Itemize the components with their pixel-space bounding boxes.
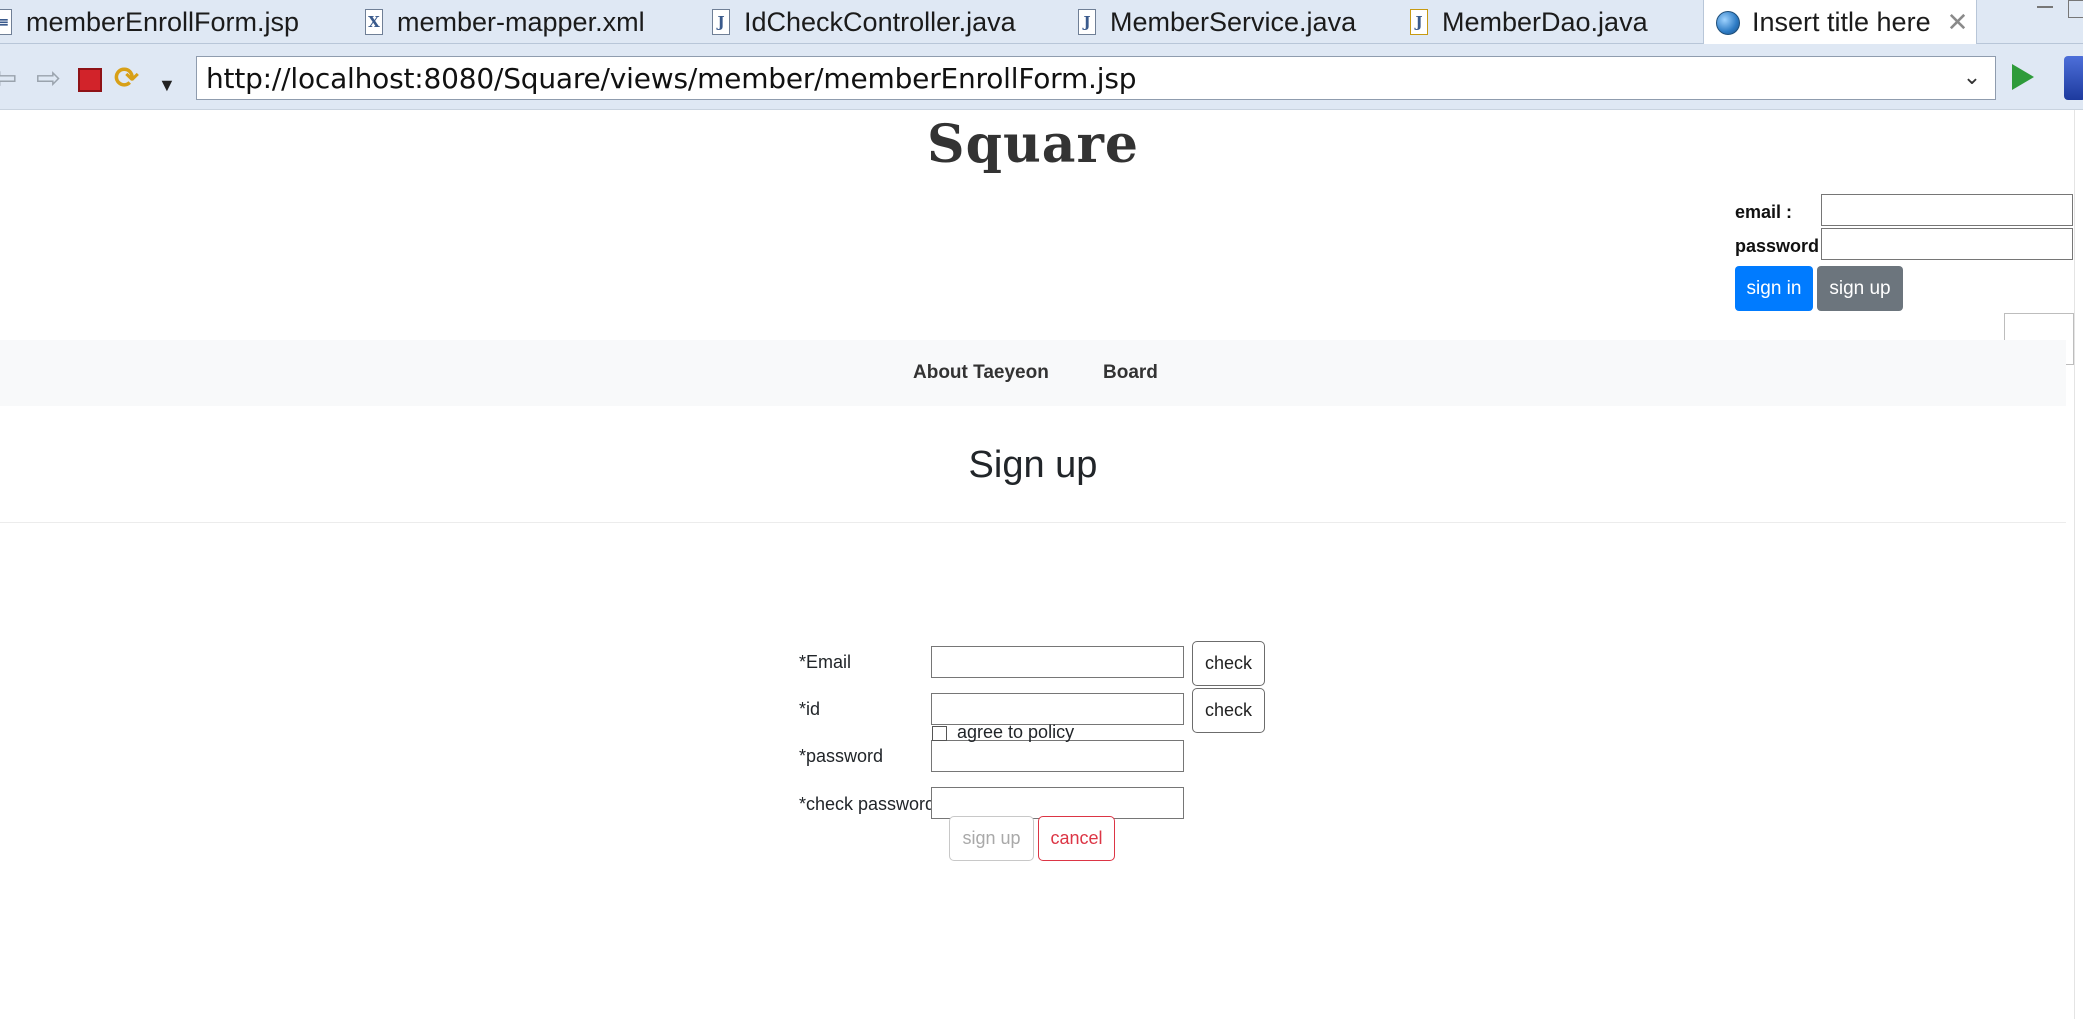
page-title: Sign up (968, 444, 1098, 486)
back-arrow-icon[interactable]: ⇦ (0, 64, 17, 94)
jsp-file-icon: ≡ (0, 9, 12, 35)
minimize-icon[interactable] (2037, 6, 2053, 8)
password-field[interactable] (931, 740, 1184, 772)
tab-label: Insert title here (1752, 7, 1931, 37)
id-field[interactable] (931, 693, 1184, 725)
login-password-input[interactable] (1821, 228, 2073, 260)
divider (0, 522, 2066, 523)
tab-member-enroll-form[interactable]: ≡ memberEnrollForm.jsp (0, 0, 299, 44)
go-play-icon[interactable] (2012, 64, 2034, 90)
cancel-button[interactable]: cancel (1038, 816, 1115, 861)
tab-label: member-mapper.xml (397, 6, 645, 37)
tab-id-check-controller[interactable]: J IdCheckController.java (712, 0, 1016, 44)
login-email-label: email : (1735, 202, 1793, 222)
globe-icon (1716, 10, 1740, 35)
tab-insert-title-here[interactable]: Insert title here ✕ (1703, 0, 1977, 45)
check-password-field[interactable] (931, 787, 1184, 819)
id-label: *id (799, 699, 821, 719)
tab-member-mapper[interactable]: X member-mapper.xml (365, 0, 645, 44)
site-logo[interactable]: Square (0, 114, 2066, 175)
close-icon[interactable]: ✕ (1947, 7, 1969, 38)
id-check-button[interactable]: check (1192, 688, 1265, 733)
stop-icon[interactable] (78, 68, 102, 92)
sign-up-submit-button[interactable]: sign up (949, 816, 1034, 861)
login-email-input[interactable] (1821, 194, 2073, 226)
refresh-icon[interactable]: ⟳ (114, 64, 139, 94)
tab-label: MemberService.java (1110, 6, 1357, 37)
main-navbar: About Taeyeon Board (0, 340, 2066, 406)
url-text: http://localhost:8080/Square/views/membe… (206, 61, 1137, 95)
url-input[interactable]: http://localhost:8080/Square/views/membe… (196, 56, 1996, 100)
sign-in-button[interactable]: sign in (1735, 266, 1813, 311)
java-file-icon: J (712, 9, 730, 35)
email-label: *Email (799, 652, 852, 672)
web-page: Square email : password : sign in sign u… (0, 110, 2083, 1019)
nav-item-about[interactable]: About Taeyeon (913, 362, 1049, 384)
nav-item-board[interactable]: Board (1103, 362, 1158, 384)
email-check-button[interactable]: check (1192, 641, 1265, 686)
header-sign-up-button[interactable]: sign up (1817, 266, 1903, 311)
editor-tab-bar: ≡ memberEnrollForm.jsp X member-mapper.x… (0, 0, 2083, 45)
agree-label: agree to policy (957, 722, 1075, 742)
forward-arrow-icon[interactable]: ⇨ (36, 64, 61, 94)
xml-file-icon: X (365, 9, 383, 35)
check-password-label: *check password (799, 794, 936, 814)
page-scrollbar[interactable] (2074, 110, 2083, 1019)
tab-label: MemberDao.java (1442, 6, 1648, 37)
tab-member-dao[interactable]: J MemberDao.java (1410, 0, 1648, 44)
maximize-icon[interactable] (2068, 0, 2083, 18)
chevron-down-icon[interactable]: ▼ (158, 70, 176, 100)
login-password-label: password : (1735, 236, 1831, 256)
password-label: *password (799, 746, 884, 766)
eclipse-icon[interactable] (2064, 56, 2083, 100)
java-file-icon: J (1078, 9, 1096, 35)
tab-member-service[interactable]: J MemberService.java (1078, 0, 1356, 44)
agree-checkbox[interactable] (932, 726, 947, 741)
tab-label: memberEnrollForm.jsp (26, 6, 300, 37)
url-dropdown-icon[interactable]: ⌄ (1963, 65, 1981, 90)
java-file-warning-icon: J (1410, 9, 1428, 35)
tab-label: IdCheckController.java (744, 6, 1016, 37)
email-field[interactable] (931, 646, 1184, 678)
browser-toolbar: ⇦ ⇨ ⟳ ▼ http://localhost:8080/Square/vie… (0, 44, 2083, 110)
